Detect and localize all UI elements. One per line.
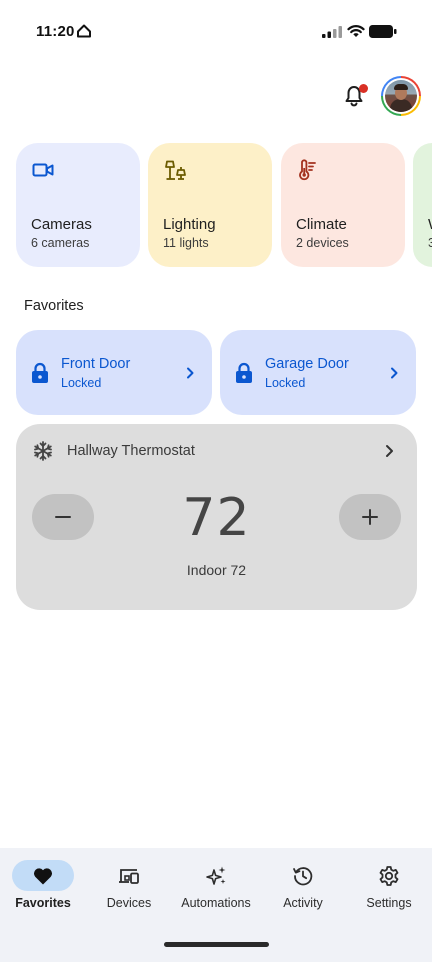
category-subtitle: 6 cameras [31,236,90,250]
favorites-section-title: Favorites [24,298,84,314]
category-title: Climate [296,216,347,233]
lamp-icon [165,160,186,180]
lock-name: Front Door [61,356,131,372]
chevron-right-icon[interactable] [383,443,395,459]
category-title: W [428,216,432,233]
signal-icon [322,26,342,38]
nav-activity[interactable]: Activity [260,848,346,928]
nav-label: Favorites [15,896,71,910]
lock-state: Locked [61,376,102,390]
chevron-right-icon [187,367,194,379]
home-indicator[interactable] [164,942,269,947]
home-status-icon [77,24,91,38]
category-title: Cameras [31,216,92,233]
history-icon [293,867,313,886]
nav-label: Settings [366,896,412,910]
category-card-cameras[interactable]: Cameras 6 cameras [16,143,140,267]
status-bar: 11:20 [0,0,432,60]
lock-name: Garage Door [265,356,349,372]
devices-icon [119,869,139,884]
nav-favorites[interactable]: Favorites [0,848,86,928]
heart-icon [33,868,53,885]
chevron-right-icon [391,367,398,379]
category-card-lighting[interactable]: Lighting 11 lights [148,143,272,267]
nav-label: Devices [106,896,152,910]
wifi-icon [347,25,365,37]
plus-icon [362,509,378,525]
category-subtitle: 11 lights [163,236,209,250]
category-subtitle: 3 [428,236,432,250]
avatar-photo [385,80,417,112]
sparkle-icon [206,866,226,885]
thermostat-name: Hallway Thermostat [67,443,195,459]
thermometer-icon [299,159,316,181]
lock-state: Locked [265,376,306,390]
lock-icon [32,362,48,383]
front-door-lock-card[interactable]: Front Door Locked [16,330,212,415]
nav-devices[interactable]: Devices [86,848,172,928]
increase-temperature-button[interactable] [339,494,401,540]
gear-icon [379,866,399,886]
category-card-climate[interactable]: Climate 2 devices [281,143,405,267]
category-title: Lighting [163,216,216,233]
snowflake-icon [34,441,52,461]
notification-badge [359,84,368,93]
category-card-partial[interactable]: W 3 [413,143,432,267]
battery-icon [369,25,397,38]
status-time: 11:20 [36,23,75,40]
nav-settings[interactable]: Settings [346,848,432,928]
thermostat-card[interactable]: Hallway Thermostat 72 Indoor 72 [16,424,417,610]
indoor-temperature: Indoor 72 [186,562,247,578]
category-subtitle: 2 devices [296,236,349,250]
garage-door-lock-card[interactable]: Garage Door Locked [220,330,416,415]
lock-icon [236,362,252,383]
nav-label: Activity [283,896,323,910]
videocam-icon [32,163,54,177]
avatar[interactable] [381,76,421,116]
nav-automations[interactable]: Automations [172,848,260,928]
nav-label: Automations [181,896,251,910]
